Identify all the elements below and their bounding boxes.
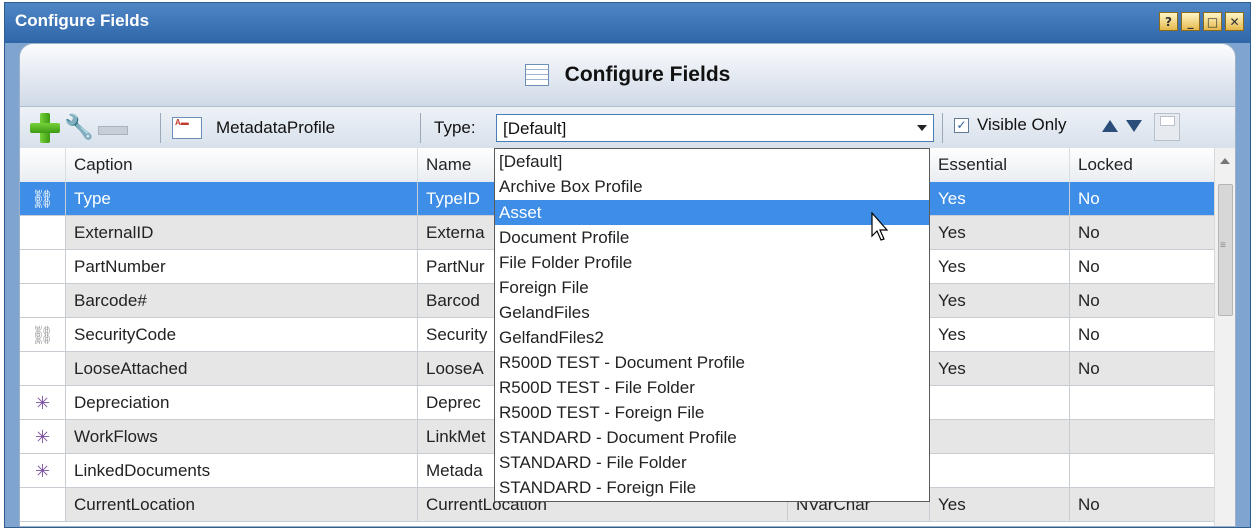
caption-cell: SecurityCode [66,318,418,352]
metadata-icon: A▬ [172,117,202,139]
minimize-button[interactable]: _ [1181,12,1200,31]
window-title: Configure Fields [15,11,150,30]
help-button[interactable]: ? [1159,12,1178,31]
dropdown-option[interactable]: R500D TEST - Foreign File [495,400,929,425]
dropdown-option[interactable]: R500D TEST - Document Profile [495,350,929,375]
caption-cell: PartNumber [66,250,418,284]
locked-cell: No [1070,250,1218,284]
caption-cell: Depreciation [66,386,418,420]
star-icon: ✳ [20,454,66,488]
row-gutter [20,352,66,386]
dropdown-option[interactable]: R500D TEST - File Folder [495,375,929,400]
dropdown-option[interactable]: File Folder Profile [495,250,929,275]
caption-cell: CurrentLocation [66,488,418,522]
essential-cell: Yes [930,352,1070,386]
maximize-button[interactable]: □ [1203,12,1222,31]
chevron-down-icon[interactable] [917,125,927,131]
dropdown-option[interactable]: STANDARD - Foreign File [495,475,929,500]
locked-cell [1070,420,1218,454]
grip-icon: ≡ [1220,240,1226,251]
toolbar-separator [942,113,943,143]
vertical-scrollbar[interactable]: ≡ [1214,148,1235,526]
header-gutter [20,148,66,182]
title-bar[interactable]: Configure Fields ? _ □ ✕ [5,3,1250,43]
essential-cell: Yes [930,488,1070,522]
dropdown-option[interactable]: Foreign File [495,275,929,300]
locked-cell [1070,386,1218,420]
scroll-up-icon[interactable] [1220,158,1230,164]
type-select[interactable]: [Default] [496,114,934,142]
close-button[interactable]: ✕ [1225,12,1244,31]
star-icon: ✳ [20,420,66,454]
visible-only-label: Visible Only [977,115,1067,134]
essential-cell [930,420,1070,454]
dropdown-option[interactable]: GelfandFiles2 [495,325,929,350]
essential-cell [930,386,1070,420]
essential-cell: Yes [930,182,1070,216]
page-title: Configure Fields [564,63,731,86]
toolbar: 🔧 A▬ MetadataProfile Type: [Default] ✓ V… [20,106,1235,150]
metadata-profile-label: MetadataProfile [216,118,336,137]
locked-cell: No [1070,284,1218,318]
link-icon: ⛓ [20,182,66,216]
move-up-icon[interactable] [1102,120,1118,132]
locked-cell [1070,454,1218,488]
dropdown-option[interactable]: GelandFiles [495,300,929,325]
column-caption[interactable]: Caption [66,148,418,182]
panel-header: Configure Fields [20,44,1235,106]
window-controls: ? _ □ ✕ [1159,12,1244,31]
row-gutter [20,250,66,284]
visible-only-checkbox[interactable]: ✓ [954,117,969,133]
visible-only-toggle[interactable]: ✓ Visible Only [954,115,1066,135]
essential-cell: Yes [930,318,1070,352]
column-locked[interactable]: Locked [1070,148,1218,182]
type-dropdown-list[interactable]: [Default] Archive Box Profile Asset Docu… [494,148,930,502]
dropdown-option[interactable]: Archive Box Profile [495,174,929,199]
toolbar-separator [420,113,421,143]
caption-cell: Barcode# [66,284,418,318]
column-essential[interactable]: Essential [930,148,1070,182]
locked-cell: No [1070,352,1218,386]
type-select-value: [Default] [503,119,567,138]
essential-cell: Yes [930,284,1070,318]
type-label: Type: [434,118,476,137]
remove-field-button[interactable] [98,126,128,135]
caption-cell: ExternalID [66,216,418,250]
metadata-profile-button[interactable]: A▬ MetadataProfile [172,112,335,144]
table-icon [524,64,549,86]
caption-cell: LooseAttached [66,352,418,386]
move-down-icon[interactable] [1126,120,1142,132]
star-icon: ✳ [20,386,66,420]
dropdown-option-highlighted[interactable]: Asset [495,200,929,225]
locked-cell: No [1070,488,1218,522]
toolbar-separator [160,113,161,143]
add-field-button[interactable] [30,113,60,143]
caption-cell: LinkedDocuments [66,454,418,488]
row-gutter [20,488,66,522]
essential-cell: Yes [930,250,1070,284]
essential-cell [930,454,1070,488]
save-icon[interactable] [1154,113,1180,141]
caption-cell: WorkFlows [66,420,418,454]
dropdown-option[interactable]: STANDARD - Document Profile [495,425,929,450]
row-gutter [20,284,66,318]
link-icon: ⛓ [20,318,66,352]
dropdown-option[interactable]: [Default] [495,149,929,174]
locked-cell: No [1070,182,1218,216]
caption-cell: Type [66,182,418,216]
locked-cell: No [1070,318,1218,352]
dropdown-option[interactable]: Document Profile [495,225,929,250]
essential-cell: Yes [930,216,1070,250]
mouse-cursor-icon [871,212,889,241]
dropdown-option[interactable]: STANDARD - File Folder [495,450,929,475]
row-gutter [20,216,66,250]
locked-cell: No [1070,216,1218,250]
wrench-icon[interactable]: 🔧 [64,113,94,143]
